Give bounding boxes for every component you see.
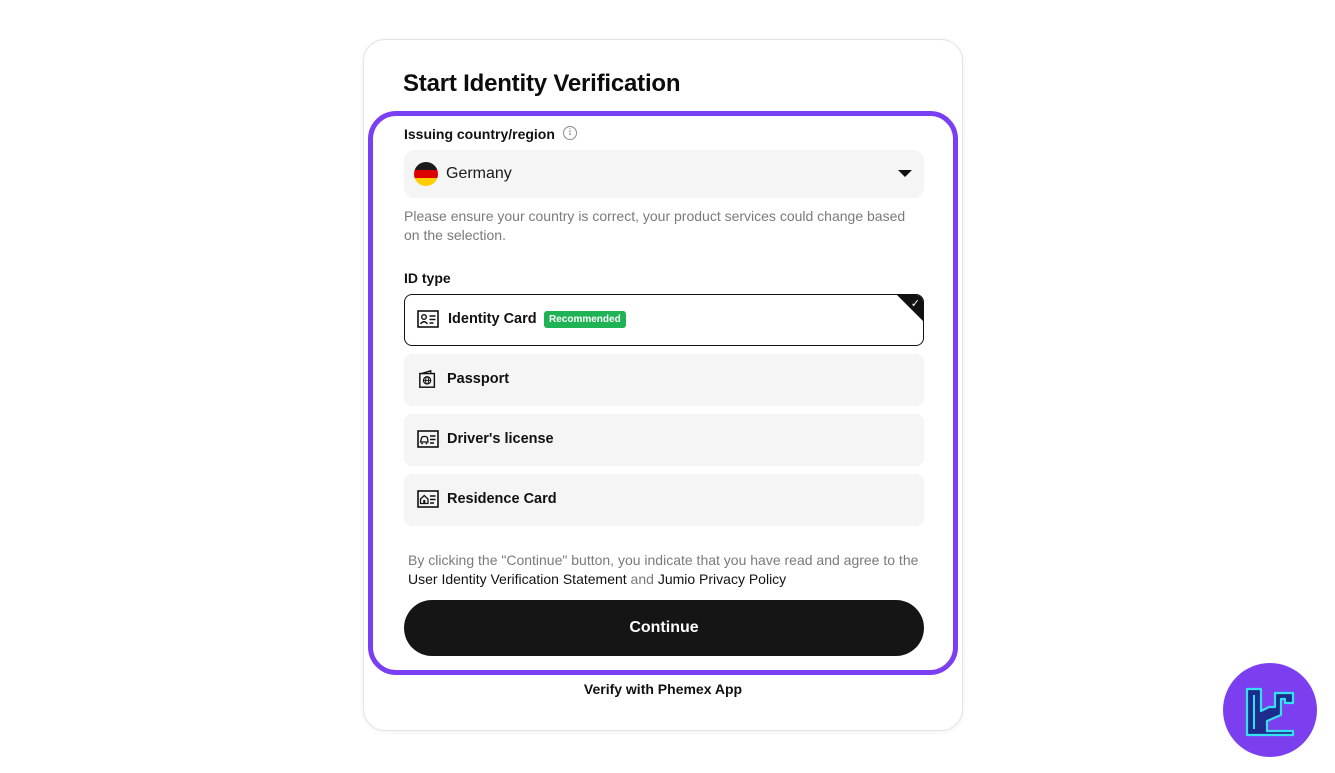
drivers-license-icon — [417, 430, 439, 448]
brand-logo — [1223, 663, 1317, 757]
identity-statement-link[interactable]: User Identity Verification Statement — [408, 571, 627, 587]
terms-middle: and — [626, 571, 658, 587]
id-option-label: Residence Card — [447, 491, 557, 507]
terms-text: By clicking the "Continue" button, you i… — [408, 551, 922, 589]
recommended-badge: Recommended — [544, 311, 626, 328]
country-select-value: Germany — [446, 165, 512, 182]
check-icon: ✓ — [910, 298, 920, 310]
continue-button[interactable]: Continue — [404, 600, 924, 656]
brand-logo-icon — [1245, 687, 1295, 737]
caret-down-icon — [898, 170, 912, 177]
id-option-label: Identity Card — [448, 311, 537, 327]
country-select[interactable]: Germany — [404, 150, 924, 198]
germany-flag-icon — [414, 162, 438, 186]
id-option-residence-card[interactable]: Residence Card — [404, 474, 924, 526]
page-title: Start Identity Verification — [403, 70, 681, 97]
id-option-identity-card[interactable]: Identity Card Recommended ✓ — [404, 294, 924, 346]
residence-card-icon — [417, 490, 439, 508]
verify-with-app-link[interactable]: Verify with Phemex App — [363, 681, 963, 697]
id-option-passport[interactable]: Passport — [404, 354, 924, 406]
info-circle-icon[interactable]: i — [563, 126, 577, 140]
id-option-drivers-license[interactable]: Driver's license — [404, 414, 924, 466]
id-option-label: Passport — [447, 371, 510, 387]
country-hint: Please ensure your country is correct, y… — [404, 208, 906, 243]
terms-prefix: By clicking the "Continue" button, you i… — [408, 552, 919, 568]
id-type-label: ID type — [404, 270, 451, 286]
passport-icon — [419, 369, 436, 388]
id-card-icon — [417, 310, 439, 328]
country-label: Issuing country/region — [404, 126, 555, 142]
id-option-label: Driver's license — [447, 431, 554, 447]
privacy-policy-link[interactable]: Jumio Privacy Policy — [658, 571, 786, 587]
